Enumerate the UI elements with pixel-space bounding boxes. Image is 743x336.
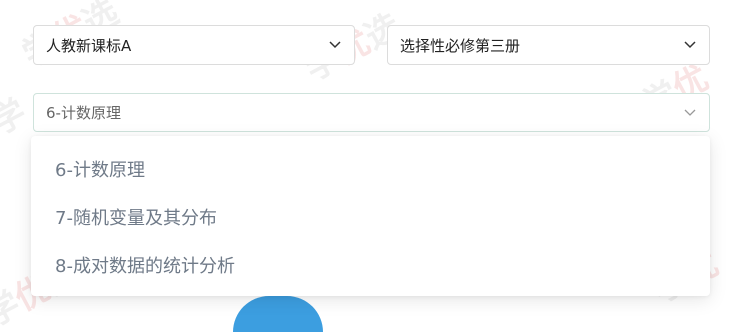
chapter-option[interactable]: 8-成对数据的统计分析 <box>55 252 235 278</box>
chapter-dropdown-menu: 6-计数原理 7-随机变量及其分布 8-成对数据的统计分析 <box>31 136 710 296</box>
chevron-down-icon <box>683 38 697 52</box>
volume-select-value: 选择性必修第三册 <box>400 36 521 55</box>
chevron-down-icon <box>683 106 697 120</box>
submit-button[interactable] <box>233 296 323 332</box>
edition-select[interactable]: 人教新课标A <box>33 25 355 65</box>
chevron-down-icon <box>328 38 342 52</box>
volume-select[interactable]: 选择性必修第三册 <box>387 25 710 65</box>
chapter-select[interactable]: 6-计数原理 <box>33 93 710 132</box>
watermark: 学 <box>0 91 34 144</box>
chapter-option[interactable]: 6-计数原理 <box>55 156 145 182</box>
chapter-select-value: 6-计数原理 <box>46 104 121 122</box>
edition-select-value: 人教新课标A <box>46 36 132 55</box>
chapter-option[interactable]: 7-随机变量及其分布 <box>55 204 217 230</box>
